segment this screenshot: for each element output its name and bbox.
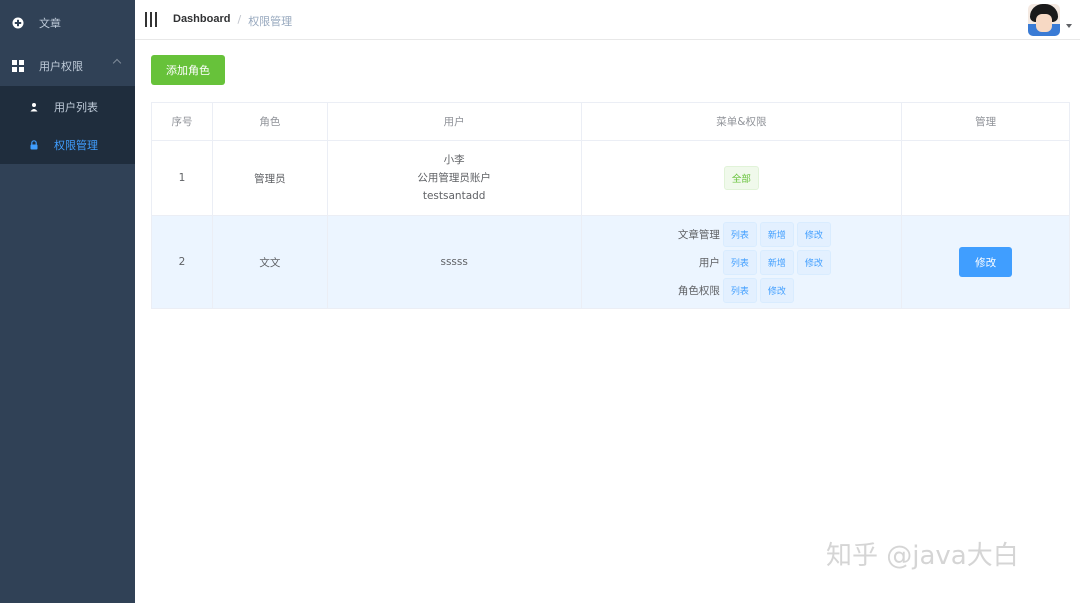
row-actions: 修改 (902, 216, 1070, 308)
column-header: 角色 (213, 103, 328, 140)
avatar[interactable] (1028, 4, 1060, 36)
grid-icon (12, 60, 24, 72)
row-actions (902, 141, 1070, 215)
row-index: 1 (152, 141, 213, 215)
table-row: 1 管理员 小李 公用管理员账户 testsantadd 全部 (152, 141, 1070, 216)
column-header: 菜单&权限 (582, 103, 903, 140)
sidebar-item-articles[interactable]: 文章 (0, 0, 135, 46)
sidebar-item-label: 用户列表 (54, 101, 98, 114)
breadcrumb: Dashboard / 权限管理 (173, 13, 292, 29)
permission-name: 角色权限 (677, 284, 720, 297)
permission-group: 文章管理 列表 新增 修改 (669, 221, 834, 247)
sidebar: 文章 用户权限 用户列表 权限管理 (0, 0, 135, 603)
top-navbar: Dashboard / 权限管理 (135, 0, 1080, 40)
permission-group: 用户 列表 新增 修改 (669, 249, 834, 275)
row-users: 小李 公用管理员账户 testsantadd (328, 141, 582, 215)
row-role: 管理员 (213, 141, 328, 215)
row-users: sssss (328, 216, 582, 308)
lock-icon (30, 140, 38, 150)
breadcrumb-current: 权限管理 (248, 15, 293, 28)
row-permissions: 文章管理 列表 新增 修改 用户 列表 新增 修改 角色权限 列表 修改 (582, 216, 903, 308)
permission-tag: 列表 (722, 277, 757, 303)
sidebar-item-label: 用户权限 (39, 60, 83, 73)
column-header: 序号 (152, 103, 213, 140)
chevron-up-icon (112, 58, 122, 68)
user-name: 小李 (443, 153, 465, 166)
user-name: testsantadd (422, 189, 486, 202)
sidebar-item-user-list[interactable]: 用户列表 (0, 88, 135, 126)
user-icon (30, 103, 38, 112)
permission-tag: 新增 (759, 249, 794, 275)
sidebar-item-label: 权限管理 (54, 139, 98, 152)
row-index: 2 (152, 216, 213, 308)
edit-button[interactable]: 修改 (959, 247, 1013, 277)
plus-circle-icon (12, 17, 24, 29)
roles-table: 序号 角色 用户 菜单&权限 管理 1 管理员 小李 公用管理员账户 tests… (151, 102, 1070, 309)
sidebar-item-user-permissions[interactable]: 用户权限 (0, 43, 135, 89)
row-role: 文文 (213, 216, 328, 308)
breadcrumb-separator: / (237, 13, 242, 26)
column-header: 用户 (328, 103, 582, 140)
permission-name: 用户 (698, 256, 720, 269)
permission-tag: 修改 (759, 277, 794, 303)
user-name: 公用管理员账户 (417, 171, 491, 184)
permission-tag: 列表 (722, 249, 757, 275)
sidebar-item-permission-management[interactable]: 权限管理 (0, 126, 135, 164)
permission-group: 角色权限 列表 修改 (669, 277, 797, 303)
permission-list: 文章管理 列表 新增 修改 用户 列表 新增 修改 角色权限 列表 修改 (669, 221, 834, 303)
row-permissions: 全部 (582, 141, 903, 215)
table-header-row: 序号 角色 用户 菜单&权限 管理 (152, 103, 1070, 141)
column-header: 管理 (902, 103, 1070, 140)
breadcrumb-home[interactable]: Dashboard (173, 13, 230, 29)
caret-down-icon[interactable] (1066, 24, 1072, 28)
permission-name: 文章管理 (677, 228, 720, 241)
table-row: 2 文文 sssss 文章管理 列表 新增 修改 用户 列表 新增 修改 角色权… (152, 216, 1070, 309)
app: 文章 用户权限 用户列表 权限管理 Dashboard / 权限管理 添加角色 … (0, 0, 1080, 603)
sidebar-item-label: 文章 (39, 17, 61, 30)
permission-all-tag: 全部 (723, 166, 759, 190)
user-name: sssss (440, 256, 468, 268)
add-role-button[interactable]: 添加角色 (151, 55, 225, 85)
permission-tag: 列表 (722, 221, 757, 247)
permission-tag: 修改 (796, 221, 831, 247)
submenu: 用户列表 权限管理 (0, 86, 135, 164)
hamburger-icon[interactable] (145, 12, 157, 27)
permission-tag: 新增 (759, 221, 794, 247)
watermark: 知乎 @java大白 (826, 541, 1019, 571)
permission-tag: 修改 (796, 249, 831, 275)
